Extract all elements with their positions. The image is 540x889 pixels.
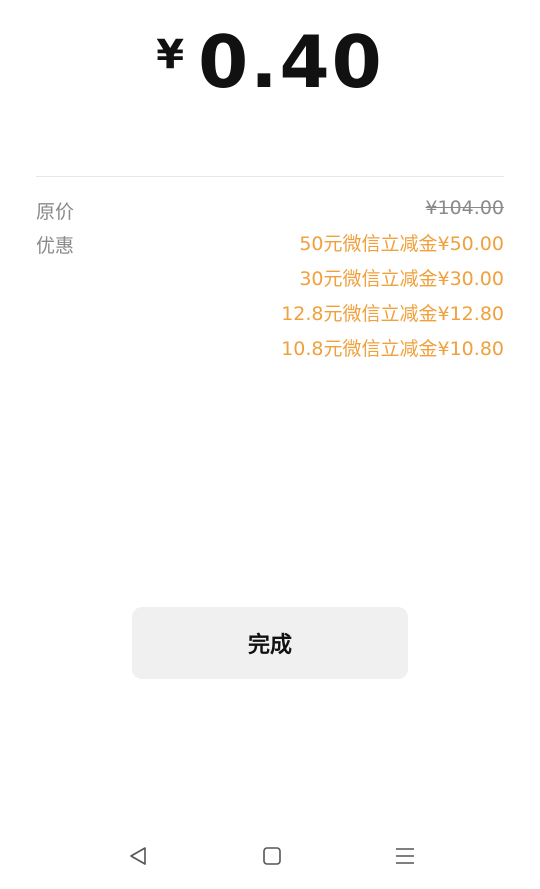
original-price-value: ¥104.00	[425, 197, 504, 219]
system-navigation-bar	[0, 836, 540, 876]
divider	[36, 176, 504, 177]
original-price-label: 原价	[36, 201, 75, 223]
currency-symbol: ¥	[156, 32, 185, 78]
discount-item: 30元微信立减金¥30.00	[299, 268, 504, 290]
discount-label: 优惠	[36, 235, 75, 257]
back-icon	[130, 847, 146, 865]
paid-amount: ¥0.40	[0, 20, 540, 104]
menu-icon	[396, 848, 414, 864]
home-button[interactable]	[252, 836, 292, 876]
back-button[interactable]	[118, 836, 158, 876]
amount-value: 0.40	[198, 20, 384, 104]
discount-item: 10.8元微信立减金¥10.80	[281, 338, 504, 360]
menu-button[interactable]	[385, 836, 425, 876]
discount-list: 50元微信立减金¥50.00 30元微信立减金¥30.00 12.8元微信立减金…	[281, 230, 504, 370]
original-price-row: 原价 ¥104.00	[36, 197, 504, 227]
home-icon	[263, 847, 281, 865]
discount-item: 12.8元微信立减金¥12.80	[281, 303, 504, 325]
done-button[interactable]: 完成	[132, 607, 408, 679]
payment-result-screen: ¥0.40 原价 ¥104.00 优惠 50元微信立减金¥50.00 30元微信…	[0, 0, 540, 889]
discount-item: 50元微信立减金¥50.00	[299, 233, 504, 255]
